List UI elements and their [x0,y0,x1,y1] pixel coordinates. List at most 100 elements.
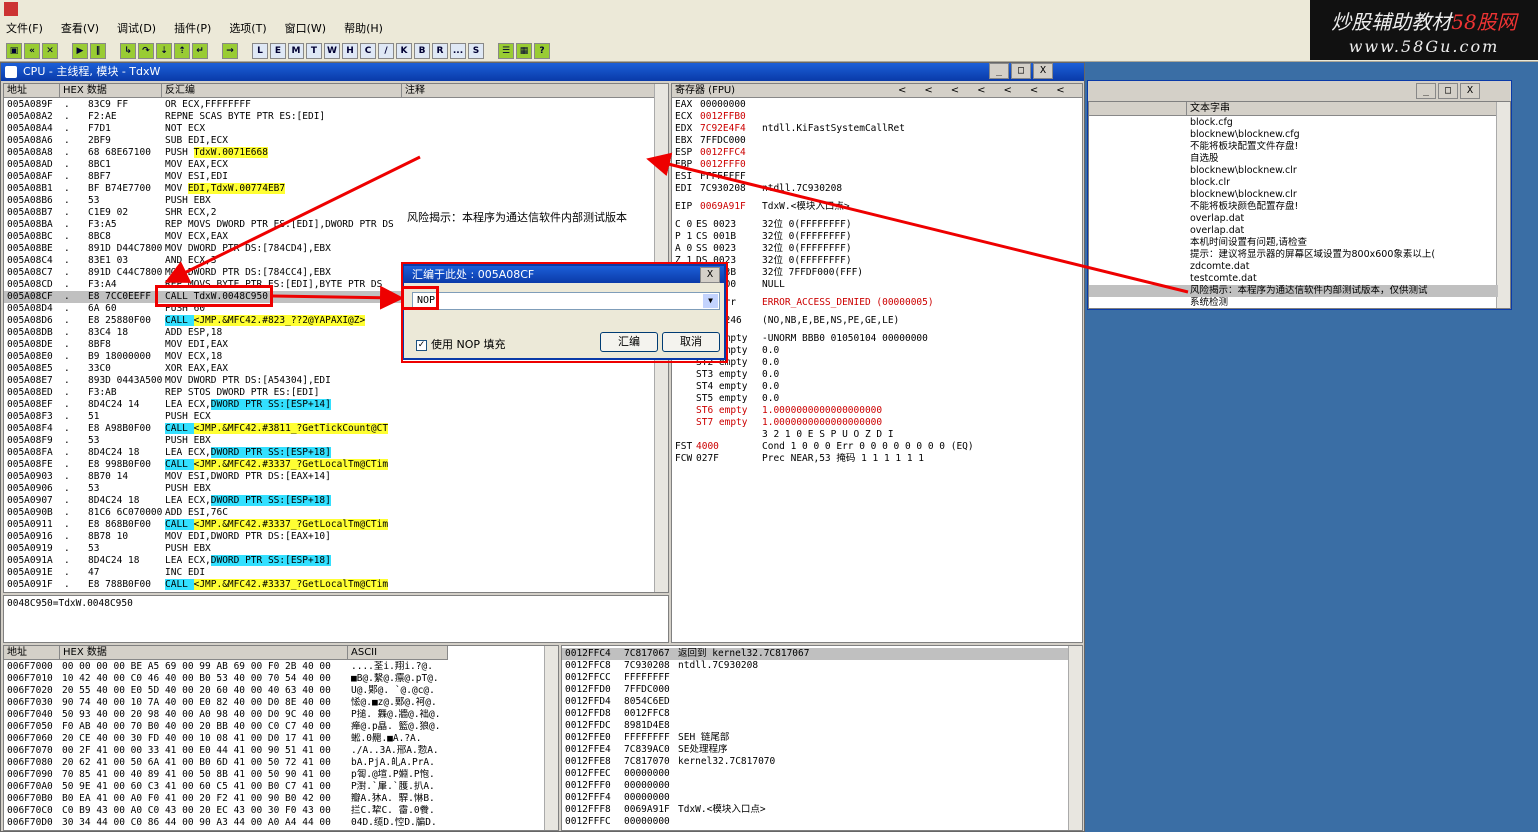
rewind-icon[interactable]: « [24,42,40,59]
stack-row[interactable]: 0012FFD4 8054C6ED [562,696,1068,708]
strings-scrollbar[interactable] [1496,102,1510,308]
disasm-row[interactable]: 005A091E. 47 INC EDI [4,567,656,579]
execute-till-return-icon[interactable]: ↵ [192,42,208,59]
help-icon[interactable]: ? [534,42,550,59]
menu-item[interactable]: 选项(T) [229,20,266,36]
close-button[interactable]: X [1033,63,1053,79]
stack-row[interactable]: 0012FFC8 7C930208 ntdll.7C930208 [562,660,1068,672]
pause-icon[interactable]: ‖ [90,42,106,59]
string-row[interactable]: 风险揭示：本程序为通达信软件内部测试版本，仅供测试 [1089,285,1498,297]
strings-close-button[interactable]: X [1460,83,1480,99]
window-button[interactable]: E [270,42,286,59]
string-row[interactable]: blocknew\blocknew.clr [1089,165,1498,177]
menu-item[interactable]: 帮助(H) [344,20,383,36]
stack-row[interactable]: 0012FFCC FFFFFFFF [562,672,1068,684]
open-icon[interactable]: ▣ [6,42,22,59]
stack-row[interactable]: 0012FFF8 0069A91F TdxW.<模块入口点> [562,804,1068,816]
stack-row[interactable]: 0012FFD8 0012FFC8 [562,708,1068,720]
stack-scrollbar[interactable] [1068,646,1082,830]
disasm-row[interactable]: 005A08A2. F2:AE REPNE SCAS BYTE PTR ES:[ED… [4,111,656,123]
stack-row[interactable]: 0012FFE0 FFFFFFFF SEH 链尾部 [562,732,1068,744]
disasm-row[interactable]: 005A0916. 8B78 10 MOV EDI,DWORD PTR DS:[EA… [4,531,656,543]
list-icon[interactable]: ☰ [498,42,514,59]
string-row[interactable]: 不能将板块颜色配置存盘! [1089,201,1498,213]
disasm-row[interactable]: 005A08F9. 53 PUSH EBX [4,435,656,447]
disasm-row[interactable]: 005A08AD. 8BC1 MOV EAX,ECX [4,159,656,171]
window-button[interactable]: H [342,42,358,59]
disasm-row[interactable]: 005A091A. 8D4C24 18 LEA ECX,DWORD PTR SS:[… [4,555,656,567]
string-row[interactable]: block.clr [1089,177,1498,189]
stack-row[interactable]: 0012FFDC 8981D4E8 [562,720,1068,732]
col-address[interactable]: 地址 [4,84,60,98]
disasm-row[interactable]: 005A0911. E8 868B0F00 CALL <JMP.&MFC42.#33… [4,519,656,531]
disasm-row[interactable]: 005A0919. 53 PUSH EBX [4,543,656,555]
disasm-row[interactable]: 005A089F. 83C9 FF OR ECX,FFFFFFFF [4,99,656,111]
disasm-row[interactable]: 005A08EF. 8D4C24 14 LEA ECX,DWORD PTR SS:[… [4,399,656,411]
disasm-row[interactable]: 005A08A8. 68 68E67100 PUSH TdxW.0071E668 [4,147,656,159]
stack-row[interactable]: 0012FFE8 7C817070 kernel32.7C817070 [562,756,1068,768]
window-button[interactable]: / [378,42,394,59]
trace-over-icon[interactable]: ⇡ [174,42,190,59]
disasm-row[interactable]: 005A08BE. 891D D44C7800 MOV DWORD PTR DS:[… [4,243,656,255]
stack-row[interactable]: 0012FFC4 7C817067 返回到 kernel32.7C817067 [562,648,1068,660]
trace-into-icon[interactable]: ⇣ [156,42,172,59]
window-button[interactable]: W [324,42,340,59]
strings-col-text[interactable]: 文本字串 [1187,102,1499,116]
disasm-row[interactable]: 005A0903. 8B70 14 MOV ESI,DWORD PTR DS:[EA… [4,471,656,483]
string-row[interactable]: 本机时间设置有问题,请检查 [1089,237,1498,249]
strings-minimize-button[interactable]: _ [1416,83,1436,99]
disasm-row[interactable]: 005A08E7. 893D 0443A500 MOV DWORD PTR DS:[… [4,375,656,387]
step-into-icon[interactable]: ↳ [120,42,136,59]
menu-item[interactable]: 调试(D) [117,20,156,36]
window-button[interactable]: M [288,42,304,59]
menu-item[interactable]: 文件(F) [6,20,43,36]
disasm-row[interactable]: 005A08AF. 8BF7 MOV ESI,EDI [4,171,656,183]
string-row[interactable]: 系统检测 [1089,297,1498,308]
disasm-row[interactable]: 005A08A4. F7D1 NOT ECX [4,123,656,135]
strings-list[interactable]: 文本字串 block.cfg blocknew\blocknew.cfg 不能将板块… [1088,101,1511,309]
disasm-row[interactable]: 005A08ED. F3:AB REP STOS DWORD PTR ES:[EDI… [4,387,656,399]
disasm-row[interactable]: 005A08FE. E8 998B0F00 CALL <JMP.&MFC42.#33… [4,459,656,471]
disasm-row[interactable]: 005A08B6. 53 PUSH EBX [4,195,656,207]
window-button[interactable]: T [306,42,322,59]
string-row[interactable]: overlap.dat [1089,213,1498,225]
window-button[interactable]: K [396,42,412,59]
stack-row[interactable]: 0012FFF4 00000000 [562,792,1068,804]
minimize-button[interactable]: _ [989,63,1009,79]
close-process-icon[interactable]: ✕ [42,42,58,59]
window-button[interactable]: C [360,42,376,59]
disasm-row[interactable]: 005A090B. 81C6 6C070000 ADD ESI,76C [4,507,656,519]
step-over-icon[interactable]: ↷ [138,42,154,59]
disasm-row[interactable]: 005A08A6. 2BF9 SUB EDI,ECX [4,135,656,147]
maximize-button[interactable]: □ [1011,63,1031,79]
stack-pane[interactable]: 0012FFC4 7C817067 返回到 kernel32.7C817067 001… [561,645,1083,831]
disasm-row[interactable]: 005A08FA. 8D4C24 18 LEA ECX,DWORD PTR SS:[… [4,447,656,459]
run-icon[interactable]: ▶ [72,42,88,59]
disasm-row[interactable]: 005A08F4. E8 A98B0F00 CALL <JMP.&MFC42.#38… [4,423,656,435]
dump-scrollbar[interactable] [544,646,558,830]
window-button[interactable]: L [252,42,268,59]
string-row[interactable]: block.cfg [1089,117,1498,129]
string-row[interactable]: testcomte.dat [1089,273,1498,285]
disasm-row[interactable]: 005A08BC. 8BC8 MOV ECX,EAX [4,231,656,243]
strings-maximize-button[interactable]: □ [1438,83,1458,99]
string-row[interactable]: blocknew\blocknew.clr [1089,189,1498,201]
string-row[interactable]: 提示：建议将显示器的屏幕区域设置为800x600象素以上( [1089,249,1498,261]
string-row[interactable]: overlap.dat [1089,225,1498,237]
registers-pane[interactable]: 寄存器 (FPU) <<<<<<< EAX 00000000 ECX 0012FFB0… [671,83,1083,643]
disasm-row[interactable]: 005A08B1. BF B74E7700 MOV EDI,TdxW.00774EB… [4,183,656,195]
window-button[interactable]: B [414,42,430,59]
string-row[interactable]: 自选股 [1089,153,1498,165]
stack-row[interactable]: 0012FFEC 00000000 [562,768,1068,780]
string-row[interactable]: 不能将板块配置文件存盘! [1089,141,1498,153]
col-hex[interactable]: HEX 数据 [60,84,162,98]
menu-item[interactable]: 查看(V) [61,20,99,36]
dump-pane[interactable]: 地址 HEX 数据 ASCII 006F7000 00 00 00 00 BE A… [3,645,559,831]
col-disasm[interactable]: 反汇编 [162,84,402,98]
stack-row[interactable]: 0012FFD0 7FFDC000 [562,684,1068,696]
dump-col-hex[interactable]: HEX 数据 [60,646,348,660]
disasm-row[interactable]: 005A08F3. 51 PUSH ECX [4,411,656,423]
string-row[interactable]: zdcomte.dat [1089,261,1498,273]
dump-col-ascii[interactable]: ASCII [348,646,448,660]
col-comment[interactable]: 注释 [402,84,656,98]
